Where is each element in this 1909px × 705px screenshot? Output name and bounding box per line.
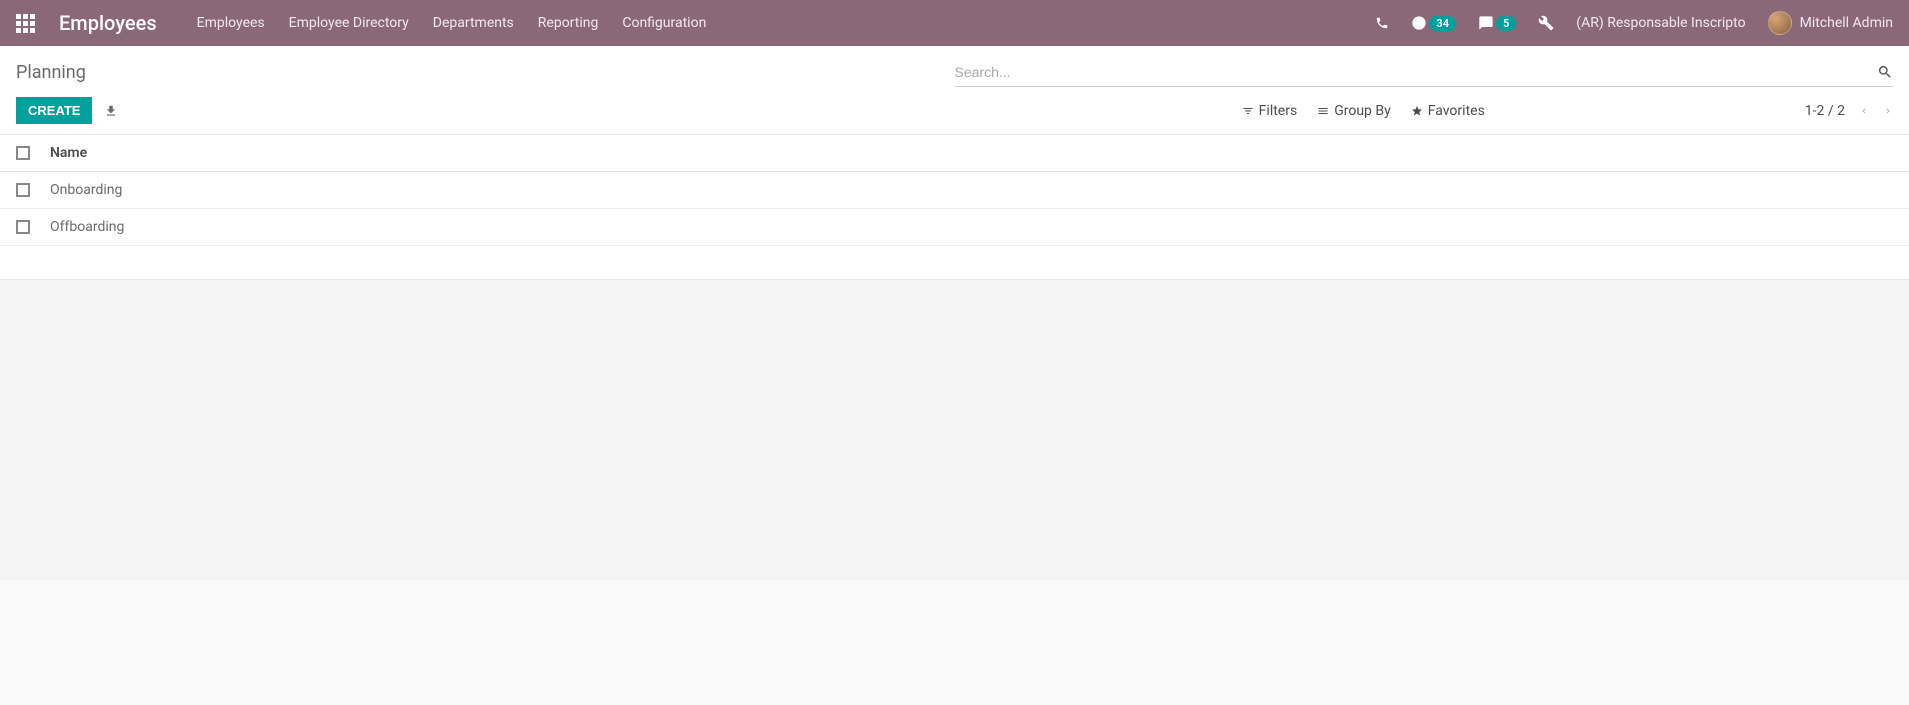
breadcrumb: Planning: [16, 62, 955, 83]
avatar: [1768, 11, 1792, 35]
nav-reporting[interactable]: Reporting: [538, 15, 599, 31]
list-header: Name: [0, 135, 1909, 172]
company-switcher[interactable]: (AR) Responsable Inscripto: [1576, 15, 1745, 31]
nav-employees[interactable]: Employees: [197, 15, 265, 31]
apps-icon[interactable]: [16, 14, 35, 33]
activity-badge: 34: [1429, 16, 1456, 31]
cp-bottom-right: Filters Group By Favorites 1-2 / 2: [1242, 103, 1893, 119]
pager: 1-2 / 2: [1805, 103, 1893, 119]
search-input[interactable]: [955, 58, 1870, 86]
favorites-label: Favorites: [1428, 103, 1485, 119]
cp-top: Planning: [16, 58, 1893, 87]
pager-prev[interactable]: [1859, 104, 1869, 118]
list-footer: [0, 246, 1909, 280]
row-name: Onboarding: [50, 182, 122, 198]
nav-employee-directory[interactable]: Employee Directory: [289, 15, 409, 31]
app-title[interactable]: Employees: [59, 11, 157, 35]
phone-icon[interactable]: [1375, 16, 1389, 30]
navbar-right: 34 5 (AR) Responsable Inscripto Mitchell…: [1375, 11, 1893, 35]
groupby-button[interactable]: Group By: [1317, 103, 1391, 119]
column-name[interactable]: Name: [50, 145, 87, 161]
filters-button[interactable]: Filters: [1242, 103, 1298, 119]
page-background: [0, 280, 1909, 580]
select-all-checkbox[interactable]: [16, 146, 30, 160]
table-row[interactable]: Onboarding: [0, 172, 1909, 209]
navbar-left: Employees Employees Employee Directory D…: [16, 11, 1375, 35]
table-row[interactable]: Offboarding: [0, 209, 1909, 246]
create-button[interactable]: CREATE: [16, 97, 92, 124]
favorites-button[interactable]: Favorites: [1411, 103, 1485, 119]
activity-icon[interactable]: 34: [1411, 15, 1456, 31]
search-wrap: [955, 58, 1894, 87]
nav-menu: Employees Employee Directory Departments…: [197, 15, 707, 31]
user-menu[interactable]: Mitchell Admin: [1768, 11, 1893, 35]
user-name: Mitchell Admin: [1800, 15, 1893, 31]
groupby-label: Group By: [1334, 103, 1391, 119]
control-panel: Planning CREATE Filters Group By: [0, 46, 1909, 134]
cp-bottom-left: CREATE: [16, 97, 1242, 124]
row-name: Offboarding: [50, 219, 124, 235]
pager-next[interactable]: [1883, 104, 1893, 118]
message-badge: 5: [1496, 16, 1516, 31]
debug-icon[interactable]: [1538, 15, 1554, 31]
messages-icon[interactable]: 5: [1478, 15, 1516, 31]
nav-configuration[interactable]: Configuration: [622, 15, 706, 31]
list-view: Name Onboarding Offboarding: [0, 134, 1909, 280]
navbar: Employees Employees Employee Directory D…: [0, 0, 1909, 46]
import-button[interactable]: [104, 104, 118, 118]
search-icon[interactable]: [1877, 64, 1893, 80]
cp-bottom: CREATE Filters Group By Favorites 1-2 / …: [16, 97, 1893, 134]
nav-departments[interactable]: Departments: [433, 15, 514, 31]
pager-range: 1-2 / 2: [1805, 103, 1845, 119]
filters-label: Filters: [1259, 103, 1298, 119]
row-checkbox[interactable]: [16, 220, 30, 234]
row-checkbox[interactable]: [16, 183, 30, 197]
